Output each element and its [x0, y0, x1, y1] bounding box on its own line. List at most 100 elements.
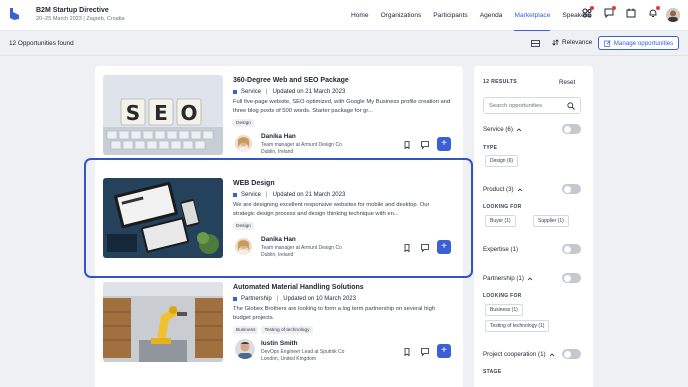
- svg-text:S: S: [126, 101, 140, 125]
- person-avatar[interactable]: [235, 339, 255, 359]
- bookmark-icon[interactable]: [401, 346, 412, 357]
- opportunity-tags: Business Testing of technology: [233, 326, 316, 334]
- chip-supplier[interactable]: Supplier (1): [533, 215, 569, 227]
- chip-testing-of-technology[interactable]: Testing of technology (1): [485, 320, 550, 332]
- results-count: 12 Opportunities found: [9, 40, 74, 47]
- filter-results-count: 12 RESULTS: [483, 79, 518, 85]
- nav-home[interactable]: Home: [351, 0, 369, 31]
- person-name[interactable]: Iustin Smith: [261, 340, 298, 347]
- list-view-icon[interactable]: [531, 40, 540, 47]
- filter-project-cooperation[interactable]: Project cooperation (1): [483, 351, 555, 358]
- person-role: Team manager at Armunt Design Co: [261, 142, 342, 148]
- looking-for-heading: LOOKING FOR: [483, 204, 522, 210]
- sort-label: Relevance: [562, 39, 593, 46]
- opportunity-tags: Design: [233, 119, 257, 127]
- search-input[interactable]: [489, 101, 564, 111]
- messages-icon[interactable]: [604, 6, 616, 18]
- bell-icon[interactable]: [648, 6, 660, 18]
- nav-organizations[interactable]: Organizations: [381, 0, 422, 31]
- tag: Business: [233, 326, 259, 334]
- top-icons: [582, 6, 670, 18]
- opportunity-updated: Updated on 21 March 2023: [272, 89, 346, 95]
- selected-card-highlight: [84, 158, 473, 278]
- person-location: Dublin, Ireland: [261, 149, 294, 155]
- opportunity-type: Partnership: [241, 296, 272, 302]
- search-icon[interactable]: [567, 102, 575, 110]
- opportunity-meta: Service | Updated on 21 March 2023: [233, 89, 345, 95]
- search-field[interactable]: [483, 97, 581, 114]
- project-toggle[interactable]: [562, 349, 581, 359]
- nav-participants[interactable]: Participants: [433, 0, 467, 31]
- tag: Design: [233, 119, 254, 127]
- filter-project-label: Project cooperation (1): [483, 351, 546, 358]
- chevron-up-icon: [516, 127, 522, 131]
- manage-opportunities-button[interactable]: Manage opportunities: [598, 36, 679, 50]
- filter-service[interactable]: Service (6): [483, 126, 522, 133]
- service-toggle[interactable]: [562, 124, 581, 134]
- opportunity-title[interactable]: 360-Degree Web and SEO Package: [233, 77, 349, 84]
- chevron-up-icon: [517, 187, 522, 191]
- add-button[interactable]: +: [437, 137, 451, 151]
- filter-partnership[interactable]: Partnership (1): [483, 275, 533, 282]
- looking-for-heading: LOOKING FOR: [483, 293, 522, 299]
- opportunity-card[interactable]: Automated Material Handling Solutions Pa…: [103, 282, 455, 364]
- results-toolbar: 12 Opportunities found Relevance: [0, 31, 688, 56]
- type-heading: TYPE: [483, 145, 498, 151]
- filter-product-label: Product (3): [483, 186, 514, 193]
- add-button[interactable]: +: [437, 344, 451, 358]
- message-icon[interactable]: [419, 139, 430, 150]
- notification-dot: [612, 6, 616, 10]
- filter-service-label: Service (6): [483, 126, 513, 133]
- nav-agenda[interactable]: Agenda: [480, 0, 503, 31]
- calendar-icon[interactable]: [626, 8, 636, 18]
- chevron-up-icon: [527, 276, 533, 280]
- svg-text:E: E: [154, 101, 168, 125]
- chip-buyer[interactable]: Buyer (1): [485, 215, 516, 227]
- opportunity-updated: Updated on 10 March 2023: [283, 296, 356, 302]
- message-icon[interactable]: [419, 346, 430, 357]
- opportunity-title[interactable]: Automated Material Handling Solutions: [233, 284, 364, 291]
- stage-heading: STAGE: [483, 369, 502, 375]
- person-role: DevOps Engineer Lead at Sputnik Co: [261, 349, 345, 355]
- chip-business[interactable]: Business (1): [485, 304, 523, 316]
- filter-expertise[interactable]: Expertise (1): [483, 246, 518, 253]
- person-avatar[interactable]: [235, 135, 252, 152]
- top-bar: B2M Startup Directive 20–25 March 2023 |…: [0, 0, 688, 31]
- opportunity-description: The Globex Brothers are looking to form …: [233, 306, 436, 321]
- opportunity-card[interactable]: S E O 360-Degree Web and SEO Package Ser…: [103, 75, 455, 157]
- notification-dot: [656, 6, 660, 10]
- main-nav: Home Organizations Participants Agenda M…: [351, 0, 602, 31]
- manage-opportunities-label: Manage opportunities: [613, 39, 674, 47]
- sort-icon: [552, 39, 559, 46]
- opportunity-image: [103, 282, 223, 362]
- reset-filters-button[interactable]: Reset: [559, 79, 575, 86]
- event-subtitle: 20–25 March 2023 | Zagreb, Croatia: [36, 16, 125, 22]
- edit-icon: [603, 39, 611, 47]
- chevron-up-icon: [549, 352, 554, 356]
- app-logo-icon[interactable]: [9, 8, 20, 20]
- opportunity-image: S E O: [103, 75, 223, 155]
- opportunity-description: Full five-page website, SEO optimized, w…: [233, 99, 451, 114]
- sort-dropdown[interactable]: Relevance: [552, 39, 592, 46]
- user-avatar[interactable]: [666, 8, 680, 22]
- svg-text:O: O: [180, 101, 197, 125]
- tag: Testing of technology: [261, 326, 313, 334]
- expertise-toggle[interactable]: [562, 244, 581, 254]
- opportunity-meta: Partnership | Updated on 10 March 2023: [233, 296, 356, 302]
- partnership-toggle[interactable]: [562, 273, 581, 283]
- opportunity-type: Service: [241, 89, 262, 95]
- type-marker: [233, 90, 237, 94]
- person-name[interactable]: Danika Han: [261, 133, 296, 140]
- chip-design[interactable]: Design (6): [485, 155, 519, 167]
- filter-expertise-label: Expertise (1): [483, 246, 519, 253]
- type-marker: [233, 297, 237, 301]
- person-location: London, United Kingdom: [261, 356, 317, 362]
- product-toggle[interactable]: [562, 184, 581, 194]
- bookmark-icon[interactable]: [401, 139, 412, 150]
- filter-partnership-label: Partnership (1): [483, 275, 524, 282]
- notification-dot: [590, 6, 594, 10]
- event-title: B2M Startup Directive: [36, 7, 109, 14]
- meetings-icon[interactable]: [582, 6, 594, 18]
- nav-marketplace[interactable]: Marketplace: [514, 0, 551, 31]
- filter-product[interactable]: Product (3): [483, 186, 523, 193]
